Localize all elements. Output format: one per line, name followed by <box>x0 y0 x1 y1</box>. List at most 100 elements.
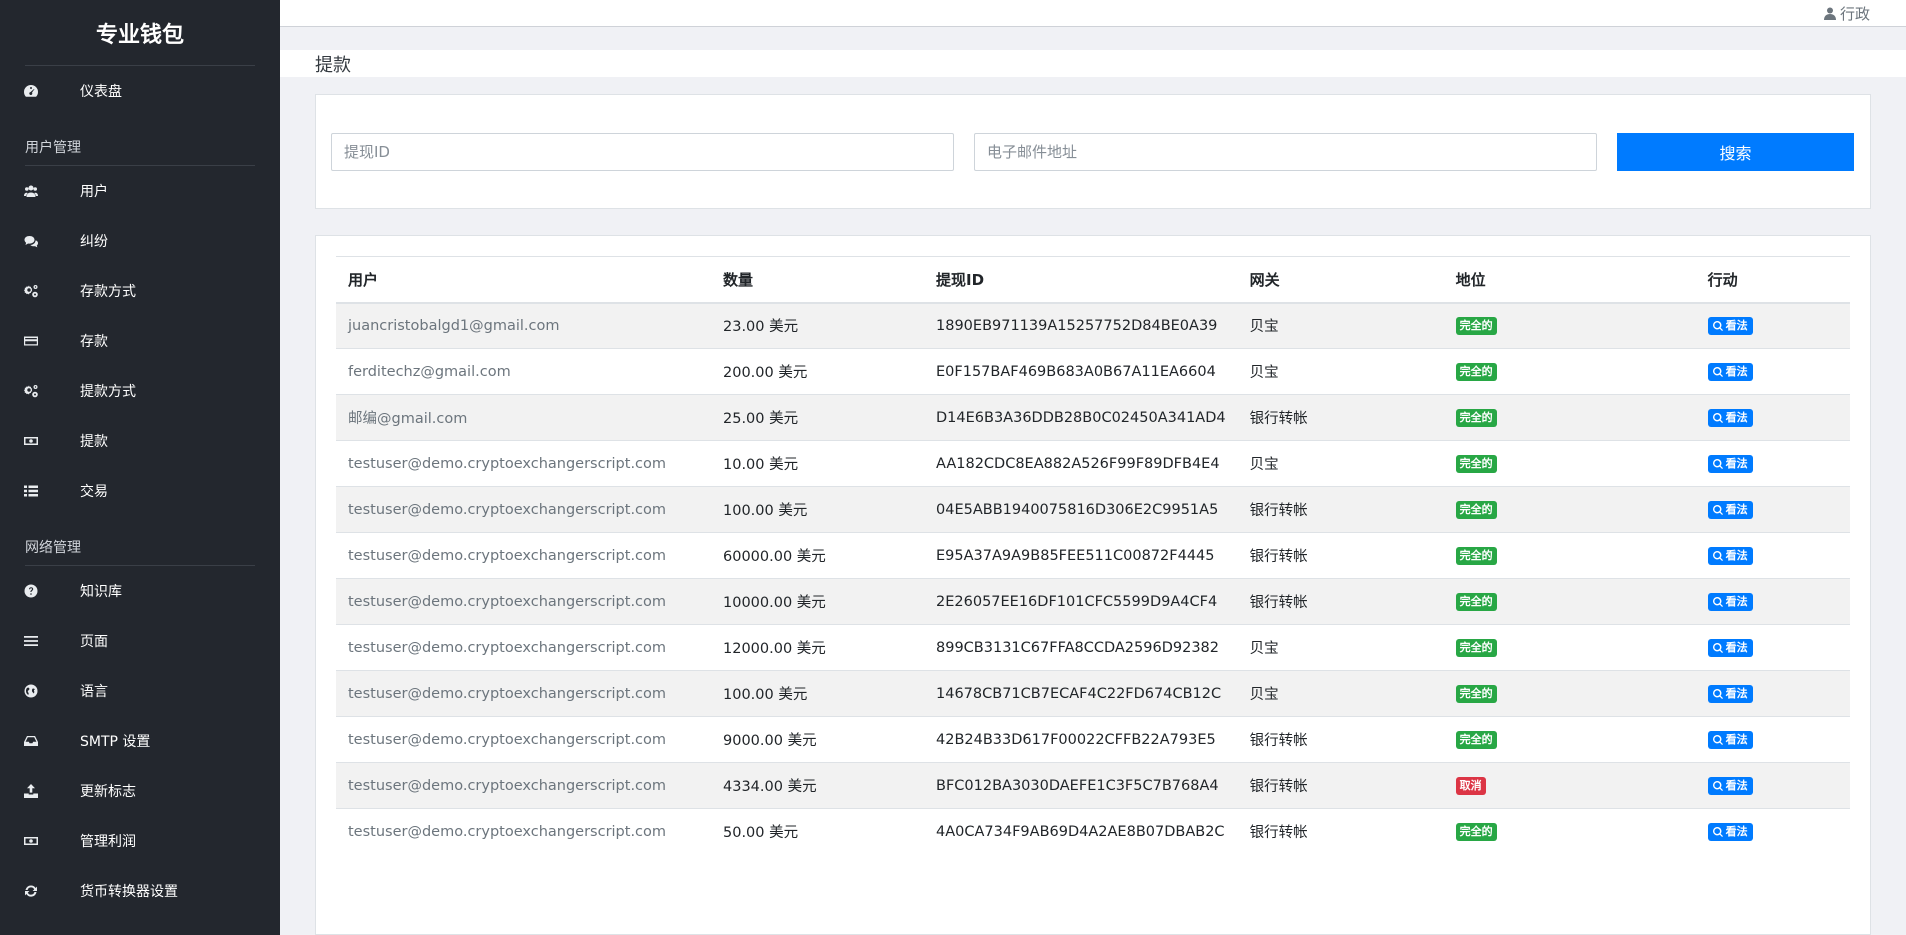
view-button-label: 看法 <box>1725 548 1748 562</box>
status-badge: 完全的 <box>1455 684 1497 703</box>
table-row: testuser@demo.cryptoexchangerscript.com 1… <box>336 486 1850 533</box>
view-button[interactable]: 看法 <box>1707 408 1753 427</box>
gateway: 贝宝 <box>1237 302 1444 349</box>
view-button-label: 看法 <box>1725 318 1748 332</box>
view-button-label: 看法 <box>1725 456 1748 470</box>
cogs-icon <box>24 285 38 298</box>
view-button[interactable]: 看法 <box>1707 592 1753 611</box>
withdraw-id: 42B24B33D617F00022CFFB22A793E5 <box>924 716 1238 763</box>
sidebar-item-14[interactable]: 货币转换器设置 <box>0 866 280 916</box>
view-button[interactable]: 看法 <box>1707 730 1753 749</box>
sidebar-item-13[interactable]: 管理利润 <box>0 816 280 866</box>
sidebar-item-label: 提款方式 <box>80 384 136 400</box>
user-email: juancristobalgd1@gmail.com <box>336 302 711 349</box>
sidebar-item-9[interactable]: 页面 <box>0 616 280 666</box>
status-cell: 完全的 <box>1443 716 1696 763</box>
table-row: testuser@demo.cryptoexchangerscript.com 1… <box>336 670 1850 717</box>
sidebar-item-3[interactable]: 存款方式 <box>0 266 280 316</box>
sidebar-item-label: 用户 <box>80 184 108 200</box>
list-icon <box>24 484 80 498</box>
user-email: ferditechz@gmail.com <box>336 348 711 395</box>
dashboard-icon <box>24 84 80 98</box>
gateway: 银行转帐 <box>1237 394 1444 441</box>
money-icon <box>24 834 80 848</box>
sidebar-item-12[interactable]: 更新标志 <box>0 766 280 816</box>
sidebar-item-label: 存款 <box>80 334 108 350</box>
sidebar-item-10[interactable]: 语言 <box>0 666 280 716</box>
search-icon <box>1712 734 1723 745</box>
sidebar-item-4[interactable]: 存款 <box>0 316 280 366</box>
credit-card-icon <box>24 336 38 346</box>
status-badge: 完全的 <box>1455 592 1497 611</box>
amount: 100.00 美元 <box>711 670 924 717</box>
amount: 25.00 美元 <box>711 394 924 441</box>
amount: 60000.00 美元 <box>711 532 924 579</box>
col-withdraw-id: 提现ID <box>924 256 1238 304</box>
comments-icon <box>24 234 80 248</box>
list-icon <box>24 485 38 497</box>
email-input[interactable] <box>974 132 1597 171</box>
search-button[interactable]: 搜索 <box>1617 132 1854 171</box>
sidebar-item-8[interactable]: 知识库 <box>0 566 280 616</box>
withdrawals-table: 用户 数量 提现ID 网关 地位 行动 juancristobalgd1@gma… <box>336 256 1850 855</box>
view-button-label: 看法 <box>1725 778 1748 792</box>
bars-icon <box>24 634 80 648</box>
user-email: testuser@demo.cryptoexchangerscript.com <box>336 440 711 487</box>
sidebar-item-0[interactable]: 仪表盘 <box>0 66 280 116</box>
status-badge: 完全的 <box>1455 316 1497 335</box>
view-button[interactable]: 看法 <box>1707 684 1753 703</box>
view-button[interactable]: 看法 <box>1707 362 1753 381</box>
sidebar-item-6[interactable]: 提款 <box>0 416 280 466</box>
col-action: 行动 <box>1695 256 1850 304</box>
sidebar-item-1[interactable]: 用户 <box>0 166 280 216</box>
view-button[interactable]: 看法 <box>1707 316 1753 335</box>
gateway: 贝宝 <box>1237 624 1444 671</box>
sidebar-item-11[interactable]: SMTP 设置 <box>0 716 280 766</box>
globe-icon <box>24 684 80 698</box>
view-button[interactable]: 看法 <box>1707 638 1753 657</box>
user-email: testuser@demo.cryptoexchangerscript.com <box>336 532 711 579</box>
withdraw-id: 2E26057EE16DF101CFC5599D9A4CF4 <box>924 578 1238 625</box>
action-cell: 看法 <box>1695 578 1850 625</box>
table-row: testuser@demo.cryptoexchangerscript.com 6… <box>336 532 1850 579</box>
view-button[interactable]: 看法 <box>1707 500 1753 519</box>
status-badge: 完全的 <box>1455 822 1497 841</box>
view-button[interactable]: 看法 <box>1707 546 1753 565</box>
action-cell: 看法 <box>1695 348 1850 395</box>
amount: 100.00 美元 <box>711 486 924 533</box>
status-badge: 完全的 <box>1455 500 1497 519</box>
action-cell: 看法 <box>1695 624 1850 671</box>
table-row: testuser@demo.cryptoexchangerscript.com 1… <box>336 578 1850 625</box>
sidebar-item-5[interactable]: 提款方式 <box>0 366 280 416</box>
gateway: 贝宝 <box>1237 348 1444 395</box>
status-badge: 完全的 <box>1455 362 1497 381</box>
sidebar-item-7[interactable]: 交易 <box>0 466 280 516</box>
col-amount: 数量 <box>711 256 924 304</box>
status-badge: 完全的 <box>1455 730 1497 749</box>
user-menu[interactable]: 行政 <box>1823 3 1870 24</box>
view-button[interactable]: 看法 <box>1707 454 1753 473</box>
sidebar-item-label: 知识库 <box>80 584 122 600</box>
sidebar-item-2[interactable]: 纠纷 <box>0 216 280 266</box>
withdraw-id: BFC012BA3030DAEFE1C3F5C7B768A4 <box>924 762 1238 809</box>
refresh-icon <box>25 885 37 897</box>
withdraw-id: E95A37A9A9B85FEE511C00872F4445 <box>924 532 1238 579</box>
view-button[interactable]: 看法 <box>1707 776 1753 795</box>
search-icon <box>1712 412 1723 423</box>
sidebar: 专业钱包 仪表盘 用户管理 用户 纠纷 存款方式 存款 提款方式 提款 交易 网络管理 知识库 页面语… <box>0 0 280 935</box>
user-email: testuser@demo.cryptoexchangerscript.com <box>336 716 711 763</box>
search-icon <box>1712 596 1723 607</box>
withdraw-id-input[interactable] <box>331 132 954 171</box>
status-badge: 完全的 <box>1455 454 1497 473</box>
view-button-label: 看法 <box>1725 686 1748 700</box>
user-email: testuser@demo.cryptoexchangerscript.com <box>336 624 711 671</box>
status-cell: 完全的 <box>1443 532 1696 579</box>
amount: 50.00 美元 <box>711 808 924 855</box>
search-icon <box>1712 366 1723 377</box>
table-row: juancristobalgd1@gmail.com 23.00 美元 1890EB… <box>336 302 1850 349</box>
withdraw-id: 1890EB971139A15257752D84BE0A39 <box>924 302 1238 349</box>
money-icon <box>24 434 80 448</box>
search-icon <box>1712 688 1723 699</box>
status-cell: 完全的 <box>1443 440 1696 487</box>
view-button[interactable]: 看法 <box>1707 822 1753 841</box>
